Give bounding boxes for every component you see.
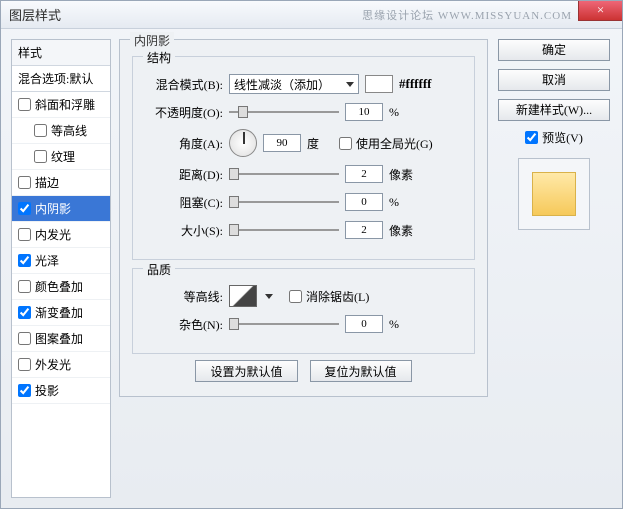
opacity-input[interactable] xyxy=(345,103,383,121)
style-checkbox[interactable] xyxy=(18,384,31,397)
chevron-down-icon xyxy=(346,82,354,87)
right-panel: 确定 取消 新建样式(W)... 预览(V) xyxy=(496,39,612,498)
style-item-1[interactable]: 等高线 xyxy=(12,118,110,144)
distance-input[interactable] xyxy=(345,165,383,183)
angle-input[interactable] xyxy=(263,134,301,152)
size-label: 大小(S): xyxy=(145,222,223,239)
structure-legend: 结构 xyxy=(143,49,175,66)
style-item-5[interactable]: 内发光 xyxy=(12,222,110,248)
style-checkbox[interactable] xyxy=(18,332,31,345)
style-checkbox[interactable] xyxy=(18,280,31,293)
size-slider[interactable] xyxy=(229,222,339,238)
contour-label: 等高线: xyxy=(145,288,223,305)
style-label: 斜面和浮雕 xyxy=(35,96,95,113)
noise-label: 杂色(N): xyxy=(145,316,223,333)
style-label: 投影 xyxy=(35,382,59,399)
style-item-4[interactable]: 内阴影 xyxy=(12,196,110,222)
style-item-7[interactable]: 颜色叠加 xyxy=(12,274,110,300)
style-checkbox[interactable] xyxy=(18,306,31,319)
style-label: 内阴影 xyxy=(35,200,71,217)
style-label: 纹理 xyxy=(51,148,75,165)
opacity-slider[interactable] xyxy=(229,104,339,120)
style-checkbox[interactable] xyxy=(18,98,31,111)
antialias-checkbox[interactable]: 消除锯齿(L) xyxy=(289,288,369,305)
style-checkbox[interactable] xyxy=(18,176,31,189)
close-button[interactable]: × xyxy=(578,1,622,21)
noise-input[interactable] xyxy=(345,315,383,333)
style-checkbox[interactable] xyxy=(18,358,31,371)
hex-value: #ffffff xyxy=(399,76,431,92)
cancel-button[interactable]: 取消 xyxy=(498,69,610,91)
noise-slider[interactable] xyxy=(229,316,339,332)
angle-label: 角度(A): xyxy=(145,135,223,152)
style-checkbox[interactable] xyxy=(18,202,31,215)
preview-checkbox[interactable]: 预览(V) xyxy=(525,129,583,146)
choke-label: 阻塞(C): xyxy=(145,194,223,211)
preview-box xyxy=(518,158,590,230)
titlebar: 图层样式 思缘设计论坛 WWW.MISSYUAN.COM × xyxy=(1,1,622,29)
chevron-down-icon[interactable] xyxy=(265,294,273,299)
style-item-11[interactable]: 投影 xyxy=(12,378,110,404)
choke-slider[interactable] xyxy=(229,194,339,210)
style-item-10[interactable]: 外发光 xyxy=(12,352,110,378)
quality-group: 品质 等高线: 消除锯齿(L) 杂色(N): xyxy=(132,268,475,354)
distance-slider[interactable] xyxy=(229,166,339,182)
size-input[interactable] xyxy=(345,221,383,239)
styles-header: 样式 xyxy=(12,40,110,66)
panel-title: 内阴影 xyxy=(130,32,174,49)
blending-options[interactable]: 混合选项:默认 xyxy=(12,66,110,92)
style-label: 内发光 xyxy=(35,226,71,243)
preview-swatch xyxy=(532,172,576,216)
color-swatch[interactable] xyxy=(365,75,393,93)
new-style-button[interactable]: 新建样式(W)... xyxy=(498,99,610,121)
style-checkbox[interactable] xyxy=(18,228,31,241)
styles-list: 样式 混合选项:默认 斜面和浮雕等高线纹理描边内阴影内发光光泽颜色叠加渐变叠加图… xyxy=(11,39,111,498)
style-checkbox[interactable] xyxy=(18,254,31,267)
global-light-checkbox[interactable]: 使用全局光(G) xyxy=(339,135,433,152)
dialog-title: 图层样式 xyxy=(9,5,61,24)
style-label: 外发光 xyxy=(35,356,71,373)
style-label: 颜色叠加 xyxy=(35,278,83,295)
style-item-0[interactable]: 斜面和浮雕 xyxy=(12,92,110,118)
contour-picker[interactable] xyxy=(229,285,257,307)
style-label: 图案叠加 xyxy=(35,330,83,347)
structure-group: 结构 混合模式(B): 线性减淡（添加） #ffffff 不透明度(O): xyxy=(132,56,475,260)
blend-mode-label: 混合模式(B): xyxy=(145,76,223,93)
angle-dial[interactable] xyxy=(229,129,257,157)
inner-shadow-panel: 内阴影 结构 混合模式(B): 线性减淡（添加） #ffffff 不透明度(O)… xyxy=(119,39,488,397)
style-item-6[interactable]: 光泽 xyxy=(12,248,110,274)
layer-style-dialog: 图层样式 思缘设计论坛 WWW.MISSYUAN.COM × 样式 混合选项:默… xyxy=(0,0,623,509)
style-item-3[interactable]: 描边 xyxy=(12,170,110,196)
opacity-label: 不透明度(O): xyxy=(145,104,223,121)
style-label: 光泽 xyxy=(35,252,59,269)
ok-button[interactable]: 确定 xyxy=(498,39,610,61)
quality-legend: 品质 xyxy=(143,261,175,278)
style-item-2[interactable]: 纹理 xyxy=(12,144,110,170)
settings-panel: 内阴影 结构 混合模式(B): 线性减淡（添加） #ffffff 不透明度(O)… xyxy=(119,39,488,498)
style-item-9[interactable]: 图案叠加 xyxy=(12,326,110,352)
choke-input[interactable] xyxy=(345,193,383,211)
make-default-button[interactable]: 设置为默认值 xyxy=(195,360,297,382)
distance-label: 距离(D): xyxy=(145,166,223,183)
style-checkbox[interactable] xyxy=(34,150,47,163)
style-label: 等高线 xyxy=(51,122,87,139)
style-label: 描边 xyxy=(35,174,59,191)
style-label: 渐变叠加 xyxy=(35,304,83,321)
reset-default-button[interactable]: 复位为默认值 xyxy=(310,360,412,382)
blend-mode-select[interactable]: 线性减淡（添加） xyxy=(229,74,359,94)
watermark: 思缘设计论坛 WWW.MISSYUAN.COM xyxy=(362,7,572,23)
style-checkbox[interactable] xyxy=(34,124,47,137)
style-item-8[interactable]: 渐变叠加 xyxy=(12,300,110,326)
